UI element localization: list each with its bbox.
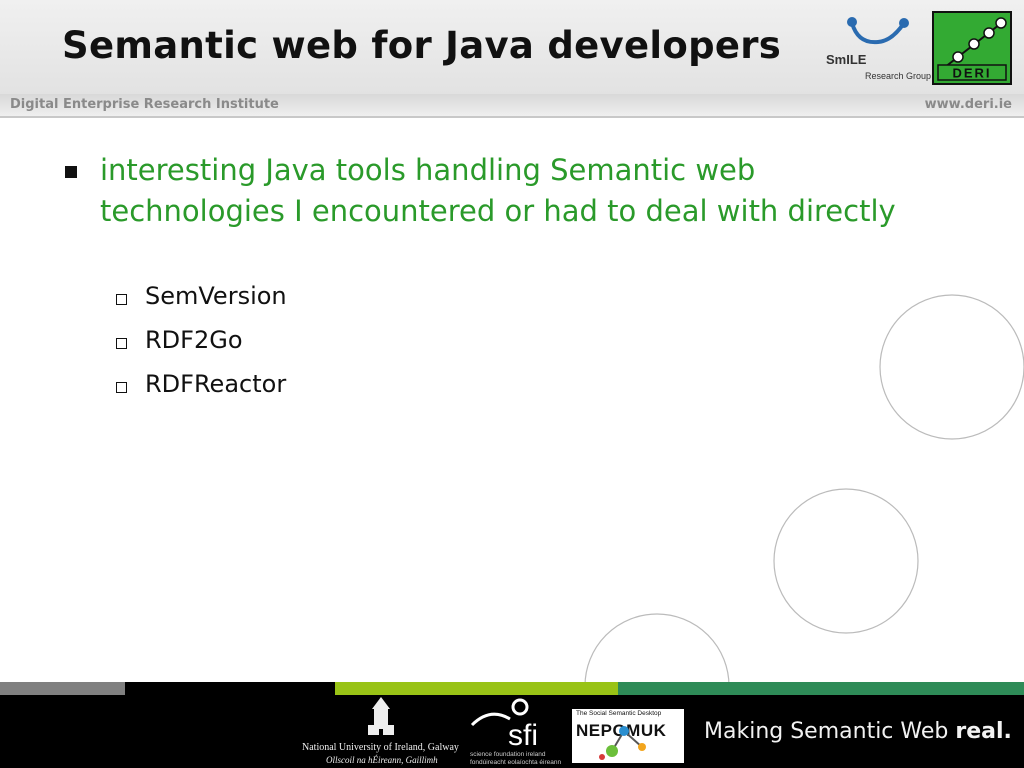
website-link[interactable]: www.deri.ie <box>925 97 1012 112</box>
decorative-circle-top <box>879 294 1024 440</box>
nuig-name-irish: Ollscoil na hÉireann, Gaillimh <box>326 755 438 765</box>
deri-logo-text: DERI <box>952 66 991 81</box>
main-bullet-text: interesting Java tools handling Semantic… <box>100 153 896 228</box>
sub-header-bar: Digital Enterprise Research Institute ww… <box>0 94 1024 118</box>
nepomuk-molecule-icon <box>599 726 646 760</box>
slide-footer: National University of Ireland, Galway O… <box>0 695 1024 768</box>
slide-title: Semantic web for Java developers <box>62 24 782 67</box>
sub-bullet-box-icon <box>116 338 127 349</box>
bullet-square-icon <box>65 166 77 178</box>
footer-tagline: Making Semantic Web real. <box>704 719 1012 744</box>
smile-logo: SmILE Research Group <box>822 14 934 84</box>
footer-stripe-green <box>618 682 1024 695</box>
deri-logo: DERI <box>932 11 1012 85</box>
sfi-name-irish: fondúireacht eolaíochta éireann <box>470 759 562 766</box>
nepomuk-logo: The Social Semantic Desktop NEPOMUK <box>572 709 684 763</box>
smile-logo-name: SmILE <box>826 52 867 67</box>
institute-name: Digital Enterprise Research Institute <box>10 97 279 112</box>
footer-stripe-black <box>125 682 335 695</box>
sfi-name-english: science foundation ireland <box>470 751 546 758</box>
tagline-bold: real. <box>955 719 1012 744</box>
sfi-logo-text: sfi <box>508 719 538 751</box>
sub-bullet-box-icon <box>116 294 127 305</box>
sfi-logo: sfi science foundation ireland fondúirea… <box>470 695 565 768</box>
nuig-name: National University of Ireland, Galway <box>302 742 459 753</box>
footer-stripe-lime <box>335 682 618 695</box>
sfi-logo-graphic: sfi <box>470 698 538 752</box>
nuig-logo: National University of Ireland, Galway O… <box>300 695 470 768</box>
footer-stripe-gray <box>0 682 125 695</box>
sub-item-rdfreactor: RDFReactor <box>145 370 287 398</box>
tagline-regular: Making Semantic Web <box>704 719 956 744</box>
sub-item-semversion: SemVersion <box>145 282 287 310</box>
deri-logo-graphic: DERI <box>937 17 1007 81</box>
sub-bullet-box-icon <box>116 382 127 393</box>
decorative-circle-middle <box>773 488 919 634</box>
sub-item-rdf2go: RDF2Go <box>145 326 243 354</box>
nuig-crest-icon <box>368 697 394 735</box>
smile-logo-sub: Research Group <box>865 71 932 81</box>
slide-header: Semantic web for Java developers SmILE R… <box>0 0 1024 96</box>
